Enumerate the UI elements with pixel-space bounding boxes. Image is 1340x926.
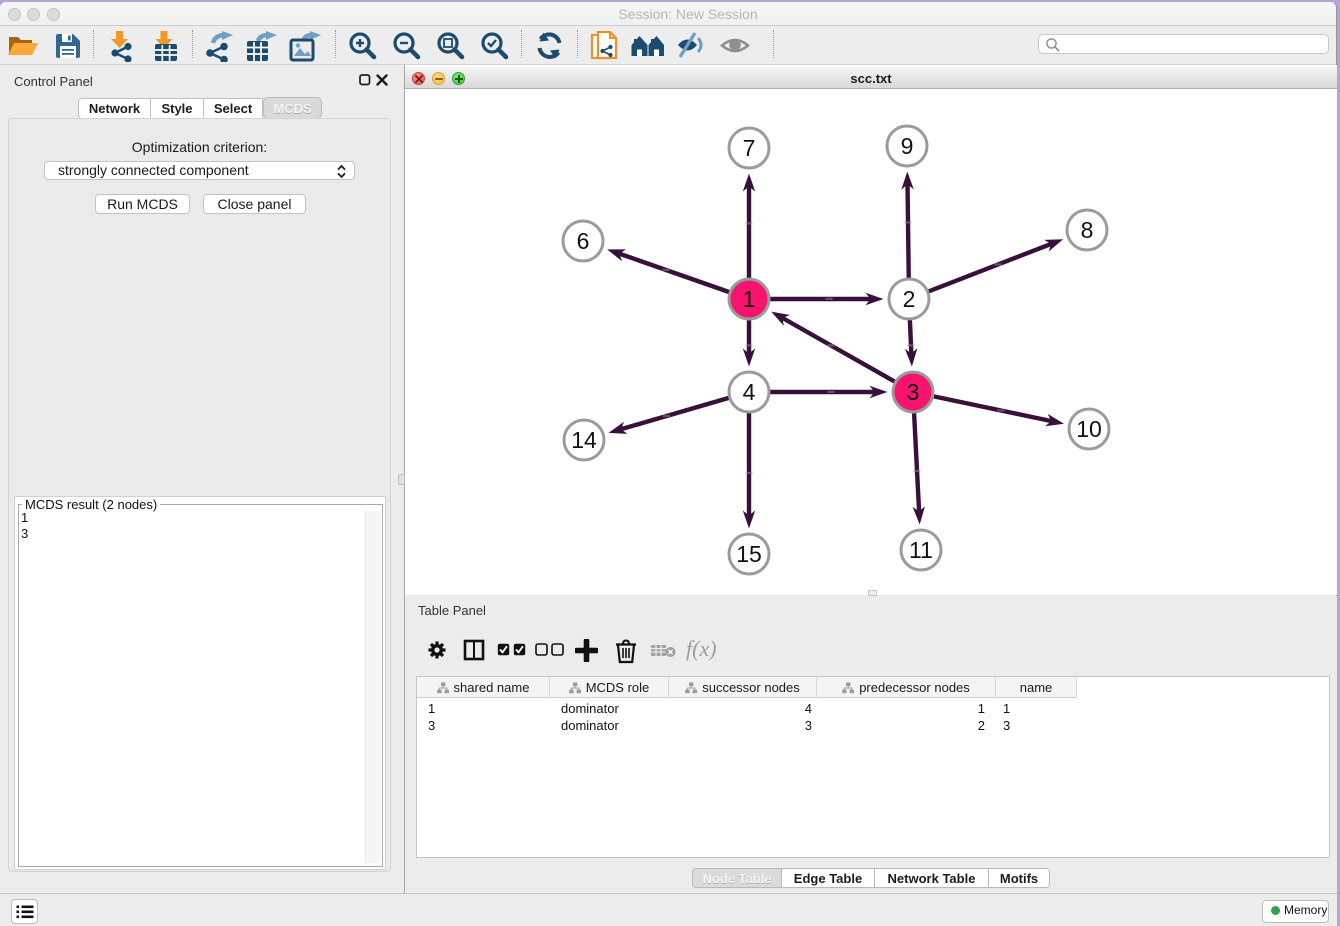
svg-text:15: 15 [736,541,762,567]
svg-text:11: 11 [909,537,933,563]
svg-text:1: 1 [743,286,756,312]
svg-text:9: 9 [901,133,914,159]
svg-text:2: 2 [903,286,916,312]
svg-text:10: 10 [1076,416,1102,442]
svg-text:3: 3 [907,379,920,405]
svg-text:4: 4 [743,379,756,405]
svg-text:14: 14 [571,427,597,453]
svg-text:8: 8 [1081,217,1094,243]
svg-text:6: 6 [577,228,590,254]
svg-text:7: 7 [743,135,756,161]
